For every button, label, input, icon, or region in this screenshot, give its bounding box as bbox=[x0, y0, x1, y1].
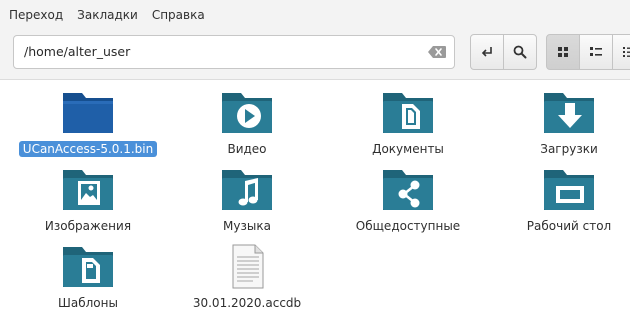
file-item[interactable]: Документы bbox=[328, 81, 488, 157]
folder-downloads-icon bbox=[544, 93, 594, 133]
folder-documents-icon bbox=[383, 93, 433, 133]
file-name: Общедоступные bbox=[355, 219, 461, 233]
menu-item-bookmarks[interactable]: Закладки bbox=[70, 0, 145, 30]
compact-view-button[interactable] bbox=[612, 34, 630, 70]
menu-item-help[interactable]: Справка bbox=[145, 0, 212, 30]
file-item[interactable]: Музыка bbox=[167, 158, 327, 234]
menu-item-go[interactable]: Переход bbox=[2, 0, 70, 30]
file-name: Загрузки bbox=[540, 142, 598, 156]
file-name: Изображения bbox=[44, 219, 132, 233]
file-item[interactable]: Видео bbox=[167, 81, 327, 157]
file-item[interactable]: Рабочий стол bbox=[489, 158, 630, 234]
toolbar: /home/alter_user bbox=[0, 30, 630, 80]
file-item[interactable]: Общедоступные bbox=[328, 158, 488, 234]
file-item[interactable]: Изображения bbox=[8, 158, 168, 234]
file-name: Документы bbox=[372, 142, 444, 156]
folder-templates-icon bbox=[63, 247, 113, 287]
file-name: Видео bbox=[227, 142, 267, 156]
go-button[interactable] bbox=[470, 34, 504, 70]
folder-video-icon bbox=[222, 93, 272, 133]
file-name: Рабочий стол bbox=[526, 219, 612, 233]
folder-pictures-icon bbox=[63, 170, 113, 210]
file-name: 30.01.2020.accdb bbox=[192, 296, 302, 310]
file-grid: UCanAccess-5.0.1.bin Видео Документы Заг… bbox=[0, 81, 630, 329]
folder-dark-icon bbox=[63, 93, 113, 133]
search-button[interactable] bbox=[503, 34, 537, 70]
menu-bar: Переход Закладки Справка bbox=[0, 0, 630, 30]
folder-music-icon bbox=[222, 170, 272, 210]
folder-desktop-icon bbox=[544, 170, 594, 210]
icon-view-button[interactable] bbox=[546, 34, 580, 70]
file-name: Музыка bbox=[223, 219, 271, 233]
file-item[interactable]: Загрузки bbox=[489, 81, 630, 157]
search-icon bbox=[513, 45, 527, 59]
file-document-icon bbox=[232, 244, 264, 289]
file-name: UCanAccess-5.0.1.bin bbox=[18, 141, 158, 157]
folder-public-icon bbox=[383, 170, 433, 210]
location-input[interactable]: /home/alter_user bbox=[13, 35, 455, 69]
file-item[interactable]: 30.01.2020.accdb bbox=[167, 235, 327, 311]
compact-view-icon bbox=[623, 47, 630, 57]
enter-icon bbox=[481, 47, 492, 57]
file-item[interactable]: UCanAccess-5.0.1.bin bbox=[8, 81, 168, 157]
file-item[interactable]: Шаблоны bbox=[8, 235, 168, 311]
backspace-icon[interactable] bbox=[428, 46, 446, 58]
list-view-icon bbox=[590, 47, 602, 56]
location-text: /home/alter_user bbox=[24, 44, 131, 59]
grid-view-icon bbox=[558, 47, 568, 57]
file-name: Шаблоны bbox=[58, 296, 118, 310]
list-view-button[interactable] bbox=[579, 34, 613, 70]
